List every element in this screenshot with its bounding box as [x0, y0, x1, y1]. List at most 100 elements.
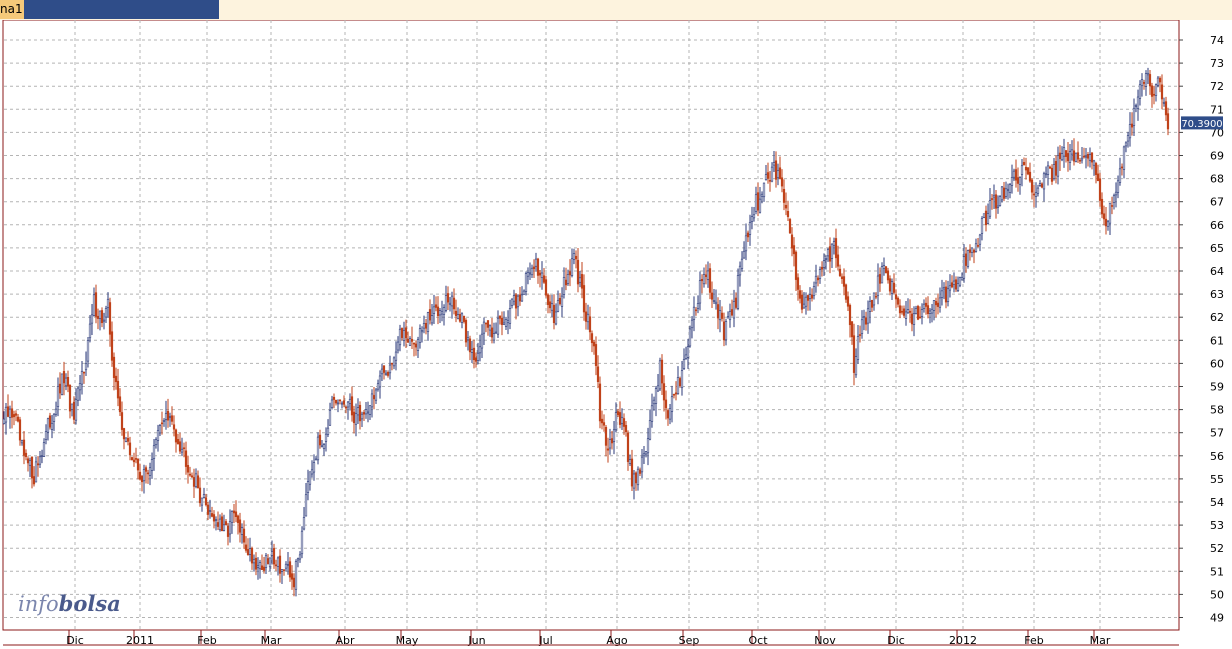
candle-body [382, 365, 386, 373]
candle-body [370, 393, 374, 408]
candle-body [56, 386, 60, 408]
candle-body [290, 573, 294, 580]
y-tick-label: 67 [1210, 196, 1224, 209]
candle-body [112, 356, 116, 378]
candle-body [602, 422, 606, 426]
candle-body [1012, 170, 1016, 178]
candle-body [1130, 123, 1134, 128]
candle-body [560, 295, 564, 307]
candle-body [752, 214, 756, 219]
candle-body [428, 309, 432, 321]
candle-body [708, 268, 712, 293]
candle-body [110, 331, 114, 361]
candle-body [622, 418, 626, 427]
candle-body [722, 321, 726, 341]
candle-body [1160, 84, 1164, 100]
candle [300, 526, 304, 559]
candle-body [232, 510, 236, 514]
candle-body [910, 313, 914, 325]
candle-body [554, 311, 558, 325]
candle-body [146, 472, 150, 475]
y-tick-label: 56 [1210, 450, 1224, 463]
candle-body [874, 295, 878, 298]
y-tick-label: 72 [1210, 80, 1224, 93]
candle-body [158, 425, 162, 434]
candle-body [830, 243, 834, 259]
candle-body [214, 519, 218, 521]
logo-part-2: bolsa [59, 591, 121, 616]
candle-body [562, 276, 566, 295]
price-chart: 49 50 51 52 53 54 55 56 57 58 59 60 61 62 63 64 65 66 67 68… [2, 20, 1224, 647]
candle-body [1138, 84, 1142, 99]
candle-body [16, 416, 20, 422]
candle-body [1070, 149, 1074, 155]
candle-body [958, 277, 962, 286]
candle-body [104, 307, 108, 318]
candle-body [274, 564, 278, 567]
candle-body [552, 304, 556, 324]
candle-body [334, 399, 338, 404]
candle-body [1044, 173, 1048, 176]
candle-body [530, 267, 534, 276]
candle-body [4, 406, 8, 423]
candle-body [1148, 74, 1152, 87]
candle-body [46, 418, 50, 433]
candle-body [156, 430, 160, 441]
candle-body [504, 319, 508, 327]
candle-body [310, 469, 314, 475]
candle-body [674, 392, 678, 395]
y-tick-label: 61 [1210, 334, 1224, 347]
candle-body [614, 412, 618, 431]
candle-body [220, 516, 224, 532]
candle-body [824, 258, 828, 260]
candle-body [814, 275, 818, 284]
candle-body [866, 308, 870, 324]
candle-body [714, 301, 718, 305]
candle-body [952, 280, 956, 285]
candle-body [956, 283, 960, 291]
candle-body [1106, 221, 1110, 227]
candle-body [224, 521, 228, 526]
candle-body [922, 303, 926, 309]
candle-body [998, 196, 1002, 206]
candle-body [1032, 193, 1036, 196]
candle-body [50, 422, 54, 430]
candle-body [1054, 161, 1058, 176]
candle-body [980, 218, 984, 234]
candle-body [878, 274, 882, 284]
candle-body [666, 410, 670, 419]
candle-body [946, 288, 950, 302]
candle-body [168, 416, 172, 418]
candle-body [1140, 79, 1144, 87]
candle-body [912, 313, 916, 325]
candle-body [696, 303, 700, 309]
candle-body [140, 476, 144, 483]
candle-body [330, 399, 334, 408]
candle-body [760, 193, 764, 197]
candle-body [794, 251, 798, 280]
candle-body [1094, 163, 1098, 175]
candle-body [758, 198, 762, 213]
chart-tab[interactable]: na1 [0, 0, 219, 19]
candle-body [216, 522, 220, 527]
candle-body [804, 296, 808, 307]
candle-body [218, 518, 222, 531]
candle-body [1100, 198, 1104, 215]
candle-body [570, 258, 574, 276]
chart-tab-label: na1 [0, 0, 24, 19]
candle-body [764, 174, 768, 181]
candle-body [684, 354, 688, 359]
candle-body [610, 438, 614, 444]
candle-body [988, 200, 992, 217]
candle-body [1036, 187, 1040, 194]
candle-body [386, 371, 390, 376]
candle [124, 437, 128, 443]
candle-body [580, 274, 584, 289]
candle-body [994, 194, 998, 209]
candle-body [1146, 72, 1150, 76]
candle-body [308, 471, 312, 485]
candle-body [816, 277, 820, 281]
candle-body [838, 268, 842, 276]
candle-body [356, 407, 360, 416]
candle-body [344, 406, 348, 409]
